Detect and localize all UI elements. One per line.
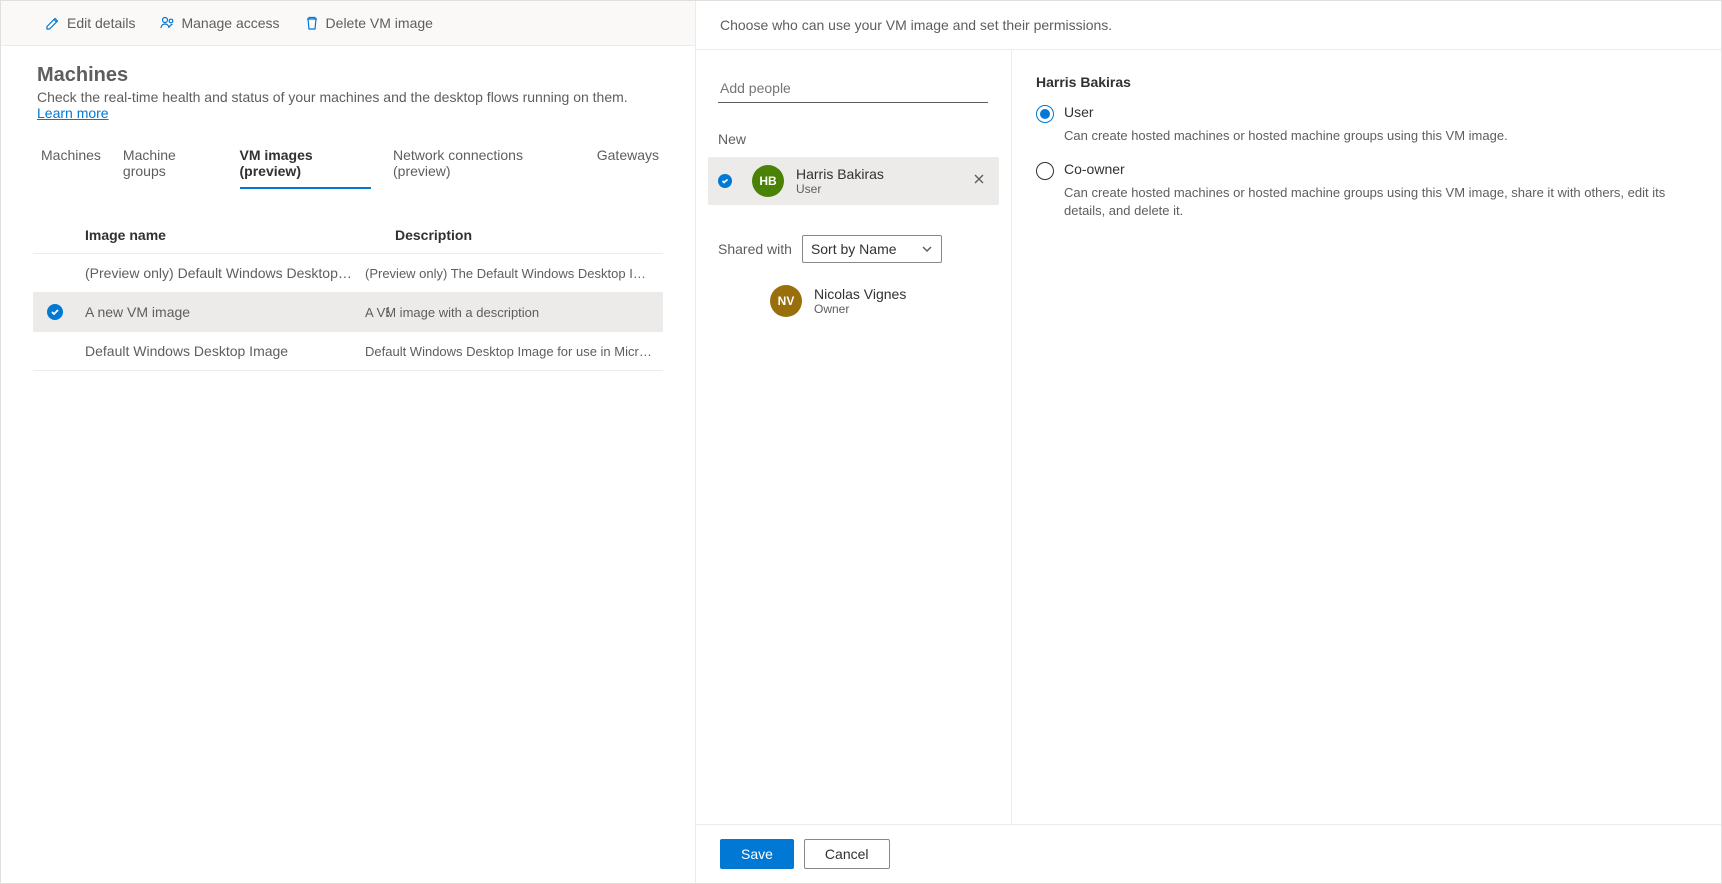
table-row[interactable]: A new VM imageA VM image with a descript… (33, 293, 663, 332)
add-people-input[interactable] (718, 74, 988, 103)
panel-header: Choose who can use your VM image and set… (696, 1, 1721, 50)
delete-vm-label: Delete VM image (326, 15, 433, 31)
avatar: NV (770, 285, 802, 317)
close-icon (973, 173, 985, 185)
table-header-row: Image name Description (33, 217, 663, 254)
page-subtitle: Check the real-time health and status of… (37, 89, 659, 121)
shared-with-label: Shared with (718, 241, 792, 257)
tab-machine-groups[interactable]: Machine groups (123, 147, 218, 189)
row-image-name: (Preview only) Default Windows Desktop I… (85, 265, 365, 281)
table-row[interactable]: Default Windows Desktop ImageDefault Win… (33, 332, 663, 371)
learn-more-link[interactable]: Learn more (37, 105, 109, 121)
row-image-name: Default Windows Desktop Image (85, 343, 365, 359)
tab-vm-images-preview-[interactable]: VM images (preview) (240, 147, 372, 189)
command-bar: Edit details Manage access Delete VM ima… (1, 1, 695, 46)
permission-description: Can create hosted machines or hosted mac… (1064, 127, 1697, 145)
tab-network-connections-preview-[interactable]: Network connections (preview) (393, 147, 575, 189)
person-role: Owner (814, 302, 989, 316)
pencil-icon (45, 15, 61, 31)
people-icon (159, 15, 175, 31)
person-selected-icon (718, 174, 732, 188)
tab-bar: Machines Machine groups VM images (preview… (1, 129, 695, 189)
person-name: Nicolas Vignes (814, 286, 989, 302)
remove-person-button[interactable] (969, 168, 989, 194)
permission-radio-coowner[interactable] (1036, 162, 1054, 180)
row-image-name: A new VM image (85, 304, 365, 320)
cancel-button[interactable]: Cancel (804, 839, 890, 869)
save-button[interactable]: Save (720, 839, 794, 869)
manage-access-button[interactable]: Manage access (151, 11, 287, 35)
sort-by-dropdown[interactable]: Sort by Name (802, 235, 942, 263)
row-description: Default Windows Desktop Image for use in… (365, 344, 663, 359)
edit-details-label: Edit details (67, 15, 135, 31)
person-card[interactable]: HB Harris Bakiras User (708, 157, 999, 205)
delete-vm-button[interactable]: Delete VM image (296, 11, 441, 35)
person-role: User (796, 182, 969, 196)
manage-access-label: Manage access (181, 15, 279, 31)
more-vertical-icon (381, 305, 395, 319)
vm-images-table: Image name Description (Preview only) De… (33, 217, 663, 371)
sort-by-value: Sort by Name (811, 241, 897, 257)
avatar: HB (752, 165, 784, 197)
edit-details-button[interactable]: Edit details (37, 11, 143, 35)
col-description[interactable]: Description (395, 227, 663, 243)
permission-label: User (1064, 104, 1094, 120)
table-row[interactable]: (Preview only) Default Windows Desktop I… (33, 254, 663, 293)
person-name: Harris Bakiras (796, 166, 969, 182)
permission-label: Co-owner (1064, 161, 1125, 177)
permission-radio-user[interactable] (1036, 105, 1054, 123)
page-title: Machines (37, 64, 659, 87)
new-section-label: New (718, 131, 989, 147)
col-image-name[interactable]: Image name (85, 227, 395, 243)
row-description: (Preview only) The Default Windows Deskt… (365, 266, 663, 281)
person-card[interactable]: NV Nicolas Vignes Owner (708, 277, 999, 325)
tab-machines[interactable]: Machines (41, 147, 101, 189)
row-description: A VM image with a description (365, 305, 663, 320)
row-checkmark-icon[interactable] (47, 304, 63, 320)
permission-description: Can create hosted machines or hosted mac… (1064, 184, 1697, 220)
trash-icon (304, 15, 320, 31)
permission-target-name: Harris Bakiras (1036, 74, 1697, 90)
tab-gateways[interactable]: Gateways (597, 147, 659, 189)
chevron-down-icon (921, 243, 933, 255)
row-overflow-menu[interactable] (373, 305, 403, 319)
